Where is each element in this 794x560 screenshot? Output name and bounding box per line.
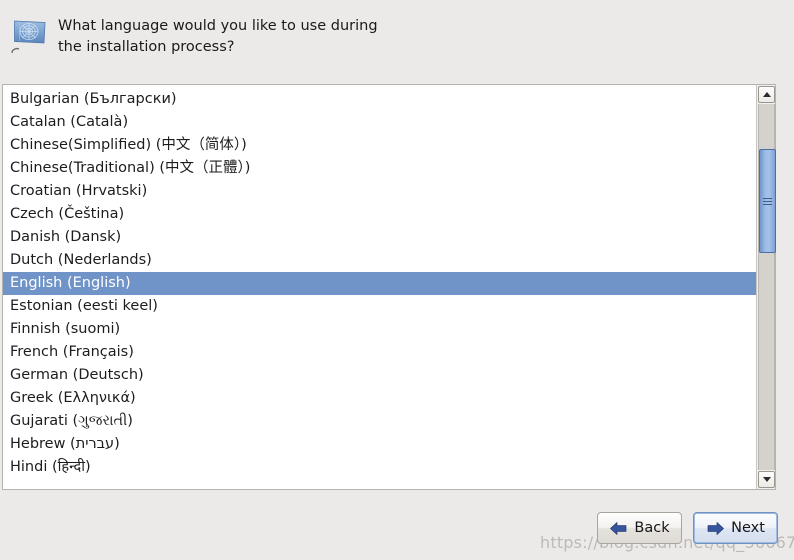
language-listbox[interactable]: Bulgarian (Български) Catalan (Català) Chi… xyxy=(2,84,776,490)
next-button-label: Next xyxy=(731,520,765,536)
list-item[interactable]: Dutch (Nederlands) xyxy=(3,249,756,272)
next-button[interactable]: Next xyxy=(693,512,778,544)
list-item[interactable]: Gujarati (ગુજરાતી) xyxy=(3,410,756,433)
un-flag-icon xyxy=(8,15,48,55)
back-button[interactable]: Back xyxy=(597,512,682,544)
page-title: What language would you like to use duri… xyxy=(58,18,378,55)
arrow-left-icon xyxy=(609,521,628,536)
language-list[interactable]: Bulgarian (Български) Catalan (Català) Chi… xyxy=(3,85,756,489)
list-item[interactable]: Bulgarian (Български) xyxy=(3,88,756,111)
chevron-down-icon xyxy=(762,477,771,482)
list-item[interactable]: Chinese(Traditional) (中文（正體）) xyxy=(3,157,756,180)
list-item[interactable]: Finnish (suomi) xyxy=(3,318,756,341)
arrow-right-icon xyxy=(706,521,725,536)
list-item[interactable]: Czech (Čeština) xyxy=(3,203,756,226)
scroll-down-arrow-icon[interactable] xyxy=(758,471,775,488)
list-item[interactable]: Danish (Dansk) xyxy=(3,226,756,249)
list-item[interactable]: Hindi (हिन्दी) xyxy=(3,456,756,479)
scrollbar-grip-icon xyxy=(763,196,772,207)
chevron-up-icon xyxy=(762,92,771,97)
list-item[interactable]: Chinese(Simplified) (中文（简体）) xyxy=(3,134,756,157)
back-button-label: Back xyxy=(634,520,670,536)
list-item[interactable]: French (Français) xyxy=(3,341,756,364)
list-item[interactable]: Catalan (Català) xyxy=(3,111,756,134)
list-item[interactable]: Croatian (Hrvatski) xyxy=(3,180,756,203)
navigation-buttons: Back Next xyxy=(597,512,778,544)
list-item[interactable]: Greek (Ελληνικά) xyxy=(3,387,756,410)
list-item[interactable]: Hebrew (עברית) xyxy=(3,433,756,456)
list-item[interactable]: German (Deutsch) xyxy=(3,364,756,387)
scrollbar-track[interactable] xyxy=(758,104,776,470)
vertical-scrollbar[interactable] xyxy=(756,85,776,489)
header-bar: What language would you like to use duri… xyxy=(0,0,794,66)
scroll-up-arrow-icon[interactable] xyxy=(758,86,775,103)
list-item[interactable]: Estonian (eesti keel) xyxy=(3,295,756,318)
list-item[interactable]: English (English) xyxy=(3,272,756,295)
scrollbar-thumb[interactable] xyxy=(759,149,776,253)
